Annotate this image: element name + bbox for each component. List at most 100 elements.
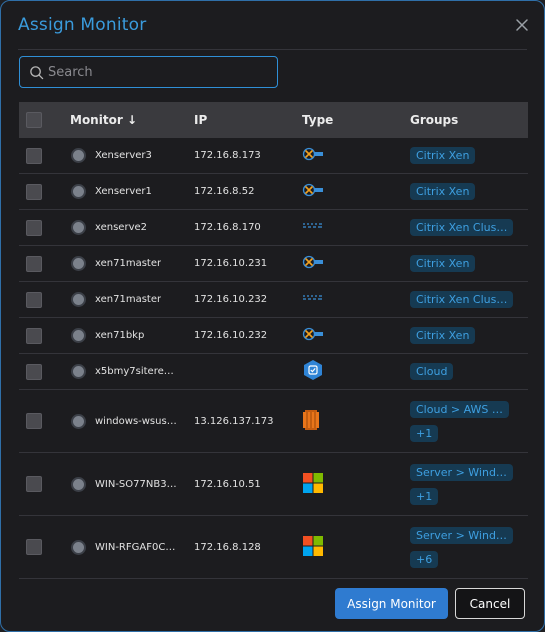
citrix-icon (302, 293, 324, 306)
group-tag: Server > Wind… (410, 526, 513, 544)
group-tag: Citrix Xen (410, 183, 476, 200)
status-indicator (71, 256, 86, 271)
row-checkbox[interactable] (26, 219, 42, 236)
group-tags: Citrix Xen (410, 183, 528, 200)
monitor-ip: 172.16.10.232 (194, 330, 268, 341)
group-tag: Citrix Xen (410, 327, 476, 344)
monitor-name: WIN-SO77NB3G… (95, 478, 179, 490)
table-row[interactable]: windows-wsus… 13.126.137.173 Cloud > AWS… (19, 390, 528, 453)
monitor-name: Xenserver1 (95, 186, 152, 197)
group-tags: Server > Wind… +6 (410, 526, 528, 568)
group-tag: Citrix Xen Clus… (410, 291, 514, 308)
group-tag: Citrix Xen (410, 147, 476, 164)
select-all-checkbox[interactable] (26, 112, 42, 128)
table-row[interactable]: Xenserver1 172.16.8.52 Citrix Xen (19, 174, 528, 210)
table-row[interactable]: xen71master 172.16.10.232 Citrix Xen Clu… (19, 282, 528, 318)
header-ip[interactable]: IP (184, 113, 292, 127)
header-monitor[interactable]: Monitor ↓ (60, 113, 184, 127)
status-indicator (71, 476, 86, 492)
monitor-name: Xenserver3 (95, 150, 152, 161)
monitor-name: xen71bkp (95, 330, 145, 341)
group-tag: Cloud (410, 363, 454, 380)
row-checkbox[interactable] (26, 291, 42, 308)
status-indicator (71, 328, 86, 343)
group-more-tag[interactable]: +1 (410, 487, 439, 505)
monitor-ip: 172.16.8.170 (194, 222, 261, 233)
row-checkbox[interactable] (26, 255, 42, 272)
monitor-table: Monitor ↓ IP Type Groups Xenserver3 172.… (19, 102, 528, 579)
status-indicator (71, 148, 86, 163)
row-checkbox[interactable] (26, 363, 42, 380)
windows-icon (302, 535, 324, 560)
sort-down-icon: ↓ (126, 113, 137, 127)
monitor-name: xen71master (95, 294, 162, 305)
group-more-tag[interactable]: +6 (410, 550, 439, 568)
cancel-button[interactable]: Cancel (455, 588, 525, 619)
group-tags: Citrix Xen Clus… (410, 219, 528, 236)
group-tags: Citrix Xen (410, 147, 528, 164)
group-tags: Citrix Xen (410, 255, 528, 272)
group-tags: Citrix Xen Clus… (410, 291, 528, 308)
row-checkbox[interactable] (26, 183, 42, 200)
search-input[interactable] (48, 64, 258, 80)
assign-monitor-dialog: Assign Monitor Monitor ↓ IP Type Groups … (0, 0, 545, 632)
monitor-name: x5bmy7siterec… (95, 366, 179, 377)
xenserver-icon (302, 327, 324, 344)
monitor-name: xen71master (95, 258, 162, 269)
row-checkbox[interactable] (26, 327, 42, 344)
status-indicator (71, 292, 86, 307)
table-body: Xenserver3 172.16.8.173 Citrix Xen Xense… (19, 138, 528, 579)
group-tags: Citrix Xen (410, 327, 528, 344)
monitor-name: WIN-RFGAF0C0… (95, 541, 179, 553)
aws-ec2-icon (302, 409, 320, 434)
table-row[interactable]: x5bmy7siterec… Cloud (19, 354, 528, 390)
group-tags: Cloud (410, 363, 528, 380)
status-indicator (71, 413, 86, 429)
status-indicator (71, 184, 86, 199)
status-indicator (71, 364, 86, 379)
title-divider (18, 49, 527, 50)
group-tag: Server > Wind… (410, 463, 513, 481)
group-tags: Cloud > AWS … +1 (410, 400, 528, 442)
table-row[interactable]: xenserve2 172.16.8.170 Citrix Xen Clus… (19, 210, 528, 246)
row-checkbox[interactable] (26, 539, 42, 555)
monitor-ip: 13.126.137.173 (194, 415, 274, 427)
xenserver-icon (302, 147, 324, 164)
xenserver-icon (302, 255, 324, 272)
monitor-name: windows-wsus… (95, 415, 177, 427)
group-tag: Cloud > AWS … (410, 400, 509, 418)
search-icon (30, 65, 44, 79)
header-groups[interactable]: Groups (400, 113, 528, 127)
monitor-ip: 172.16.10.51 (194, 478, 261, 490)
monitor-ip: 172.16.8.173 (194, 150, 261, 161)
windows-icon (302, 472, 324, 497)
group-tag: Citrix Xen (410, 255, 476, 272)
xenserver-icon (302, 183, 324, 200)
group-more-tag[interactable]: +1 (410, 424, 439, 442)
row-checkbox[interactable] (26, 147, 42, 164)
monitor-ip: 172.16.10.231 (194, 258, 268, 269)
citrix-icon (302, 221, 324, 234)
monitor-ip: 172.16.8.52 (194, 186, 255, 197)
status-indicator (71, 539, 86, 555)
table-row[interactable]: WIN-RFGAF0C0… 172.16.8.128 Server > Wind… (19, 516, 528, 579)
monitor-ip: 172.16.8.128 (194, 541, 261, 553)
table-row[interactable]: WIN-SO77NB3G… 172.16.10.51 Server > Wind… (19, 453, 528, 516)
table-row[interactable]: Xenserver3 172.16.8.173 Citrix Xen (19, 138, 528, 174)
table-row[interactable]: xen71bkp 172.16.10.232 Citrix Xen (19, 318, 528, 354)
group-tag: Citrix Xen Clus… (410, 219, 514, 236)
assign-monitor-button[interactable]: Assign Monitor (335, 588, 448, 619)
header-type[interactable]: Type (292, 113, 400, 127)
cloud-hexagon-icon (302, 359, 324, 384)
table-row[interactable]: xen71master 172.16.10.231 Citrix Xen (19, 246, 528, 282)
table-header: Monitor ↓ IP Type Groups (19, 102, 528, 138)
group-tags: Server > Wind… +1 (410, 463, 528, 505)
dialog-title: Assign Monitor (18, 15, 147, 35)
monitor-ip: 172.16.10.232 (194, 294, 268, 305)
monitor-name: xenserve2 (95, 222, 148, 233)
close-icon[interactable] (514, 17, 530, 33)
row-checkbox[interactable] (26, 413, 42, 429)
search-box[interactable] (19, 56, 278, 88)
row-checkbox[interactable] (26, 476, 42, 492)
status-indicator (71, 220, 86, 235)
